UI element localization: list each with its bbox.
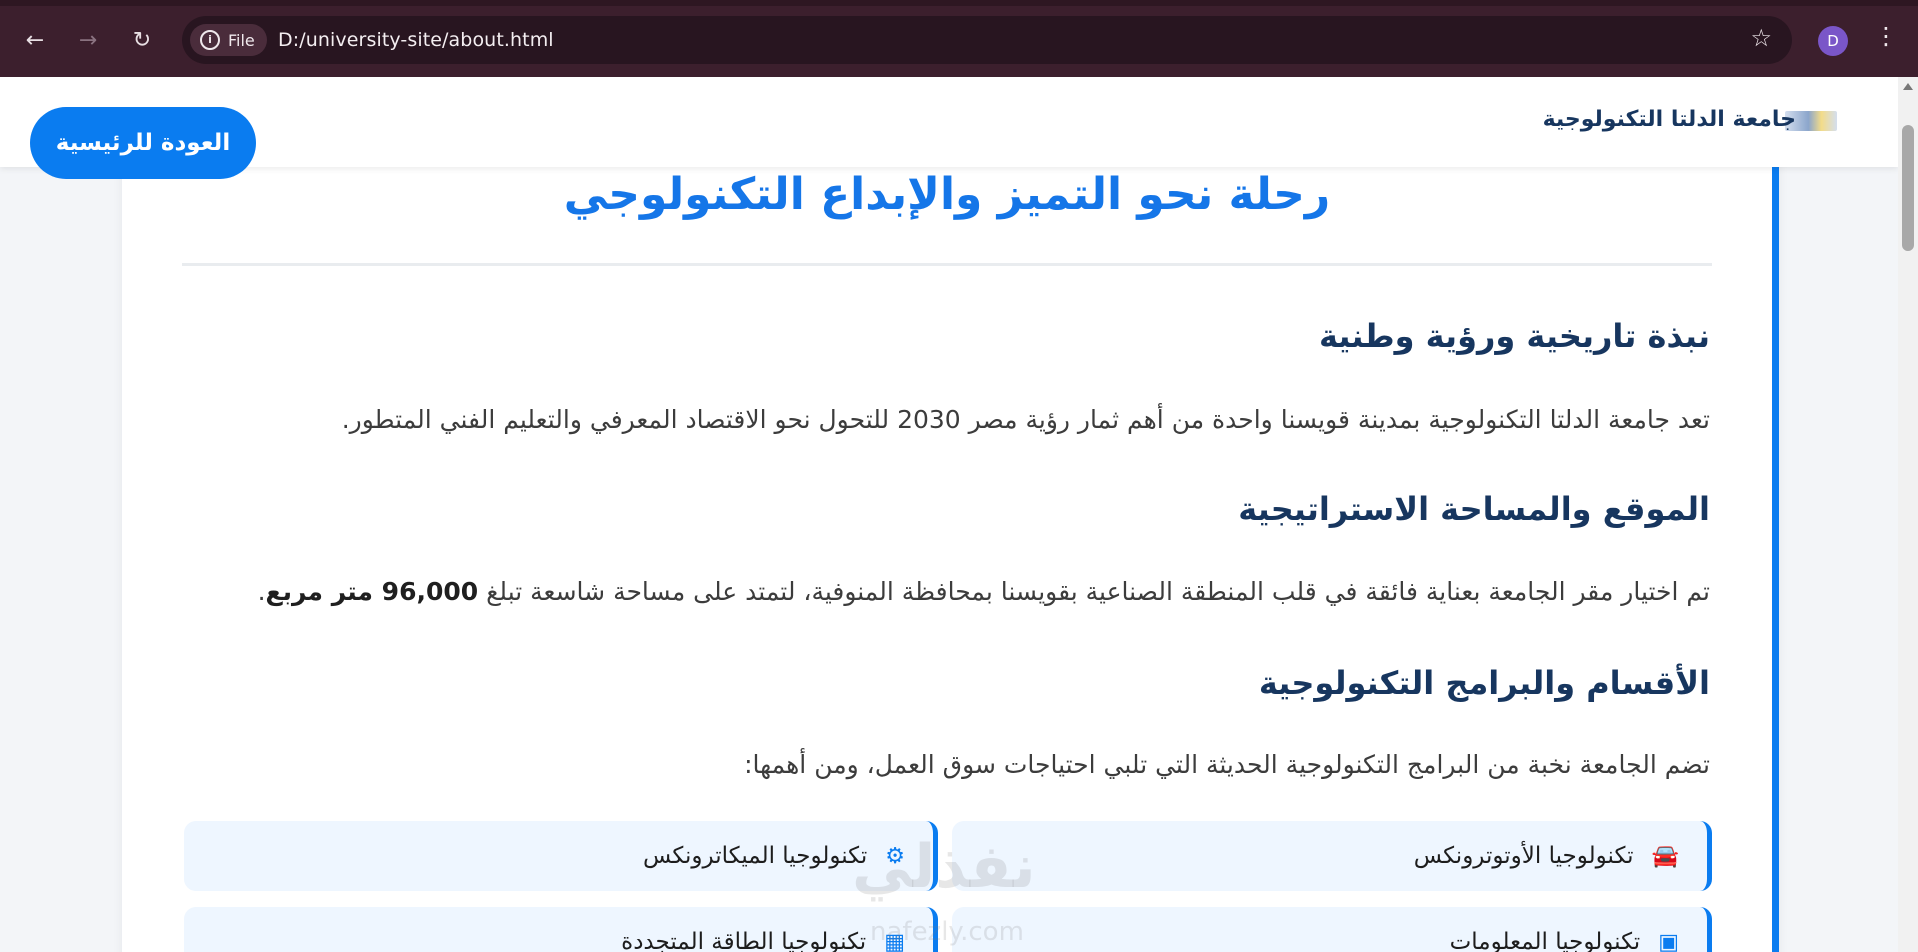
- scroll-up-arrow-icon[interactable]: [1903, 83, 1913, 90]
- program-label: تكنولوجيا الطاقة المتجددة: [621, 929, 867, 952]
- brand-name: جامعة الدلتا التكنولوجية: [1542, 107, 1796, 132]
- section-text-programs: تضم الجامعة نخبة من البرامج التكنولوجية …: [744, 750, 1710, 779]
- site-info-chip[interactable]: i File: [190, 24, 267, 56]
- program-card-autotronics[interactable]: 🚘 تكنولوجيا الأوتوترونكس: [952, 821, 1712, 891]
- program-card-it[interactable]: ▣ تكنولوجيا المعلومات: [952, 907, 1712, 952]
- star-icon[interactable]: ☆: [1750, 24, 1772, 52]
- location-text: تم اختيار مقر الجامعة بعناية فائقة في قل…: [486, 577, 1710, 606]
- vertical-scrollbar[interactable]: [1898, 77, 1918, 952]
- section-text-history: تعد جامعة الدلتا التكنولوجية بمدينة قويس…: [341, 405, 1710, 434]
- profile-avatar[interactable]: D: [1818, 26, 1848, 56]
- scrollbar-thumb[interactable]: [1902, 125, 1914, 251]
- program-card-mechatronics[interactable]: ⚙ تكنولوجيا الميكاترونكس: [184, 821, 938, 891]
- page-viewport: رحلة نحو التميز والإبداع التكنولوجي نبذة…: [0, 77, 1898, 952]
- kebab-menu-icon[interactable]: ⋮: [1874, 22, 1898, 50]
- back-to-home-button[interactable]: العودة للرئيسية: [30, 107, 256, 179]
- watermark-url: nafezly.com: [870, 917, 1024, 947]
- section-text-location: تم اختيار مقر الجامعة بعناية فائقة في قل…: [258, 577, 1710, 606]
- section-heading-history: نبذة تاريخية ورؤية وطنية: [1318, 317, 1710, 355]
- watermark-logo: نفذلي: [852, 832, 1036, 902]
- arrow-left-icon: ←: [25, 27, 45, 53]
- program-label: تكنولوجيا الميكاترونكس: [643, 843, 868, 869]
- tab-strip: [0, 0, 1918, 6]
- computer-icon: ▣: [1658, 929, 1679, 952]
- section-heading-programs: الأقسام والبرامج التكنولوجية: [1258, 664, 1710, 702]
- site-header: جامعة الدلتا التكنولوجية: [0, 77, 1898, 167]
- browser-toolbar: ← → ↻ i File D:/university-site/about.ht…: [0, 0, 1918, 77]
- back-button[interactable]: ←: [17, 22, 53, 58]
- address-bar[interactable]: i File D:/university-site/about.html ☆: [182, 16, 1792, 64]
- reload-icon: ↻: [132, 27, 152, 53]
- site-chip-label: File: [228, 30, 255, 50]
- program-card-renewable-energy[interactable]: ▦ تكنولوجيا الطاقة المتجددة: [184, 907, 938, 952]
- forward-button[interactable]: →: [70, 22, 106, 58]
- area-value: 96,000 متر مربع: [265, 577, 479, 606]
- info-icon: i: [200, 30, 220, 50]
- reload-button[interactable]: ↻: [124, 22, 160, 58]
- car-icon: 🚘: [1651, 843, 1679, 869]
- program-label: تكنولوجيا الأوتوترونكس: [1413, 843, 1634, 869]
- arrow-right-icon: →: [78, 27, 98, 53]
- location-text-end: .: [257, 577, 266, 606]
- section-heading-location: الموقع والمساحة الاستراتيجية: [1238, 490, 1710, 528]
- title-divider: [182, 263, 1712, 266]
- about-card: رحلة نحو التميز والإبداع التكنولوجي نبذة…: [122, 77, 1779, 952]
- page-title: رحلة نحو التميز والإبداع التكنولوجي: [563, 169, 1331, 220]
- program-label: تكنولوجيا المعلومات: [1449, 929, 1641, 952]
- url-text[interactable]: D:/university-site/about.html: [278, 29, 554, 51]
